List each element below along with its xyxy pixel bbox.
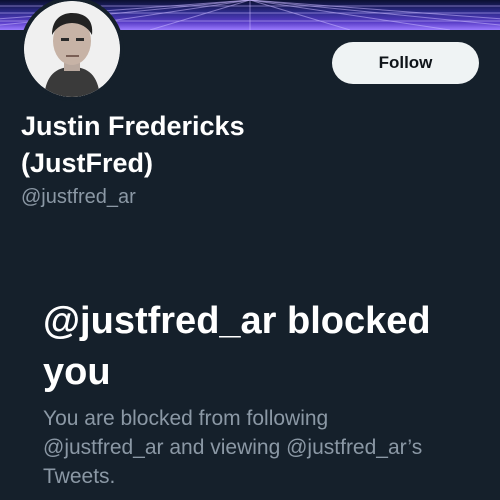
- profile-photo-icon: [24, 1, 120, 97]
- profile-display-name: Justin Fredericks (JustFred): [21, 111, 245, 178]
- blocked-description: You are blocked from following @justfred…: [43, 407, 423, 488]
- blocked-title: @justfred_ar blocked you: [43, 300, 431, 393]
- profile-handle: @justfred_ar: [21, 186, 136, 208]
- follow-button[interactable]: Follow: [332, 42, 479, 84]
- avatar[interactable]: [20, 0, 124, 101]
